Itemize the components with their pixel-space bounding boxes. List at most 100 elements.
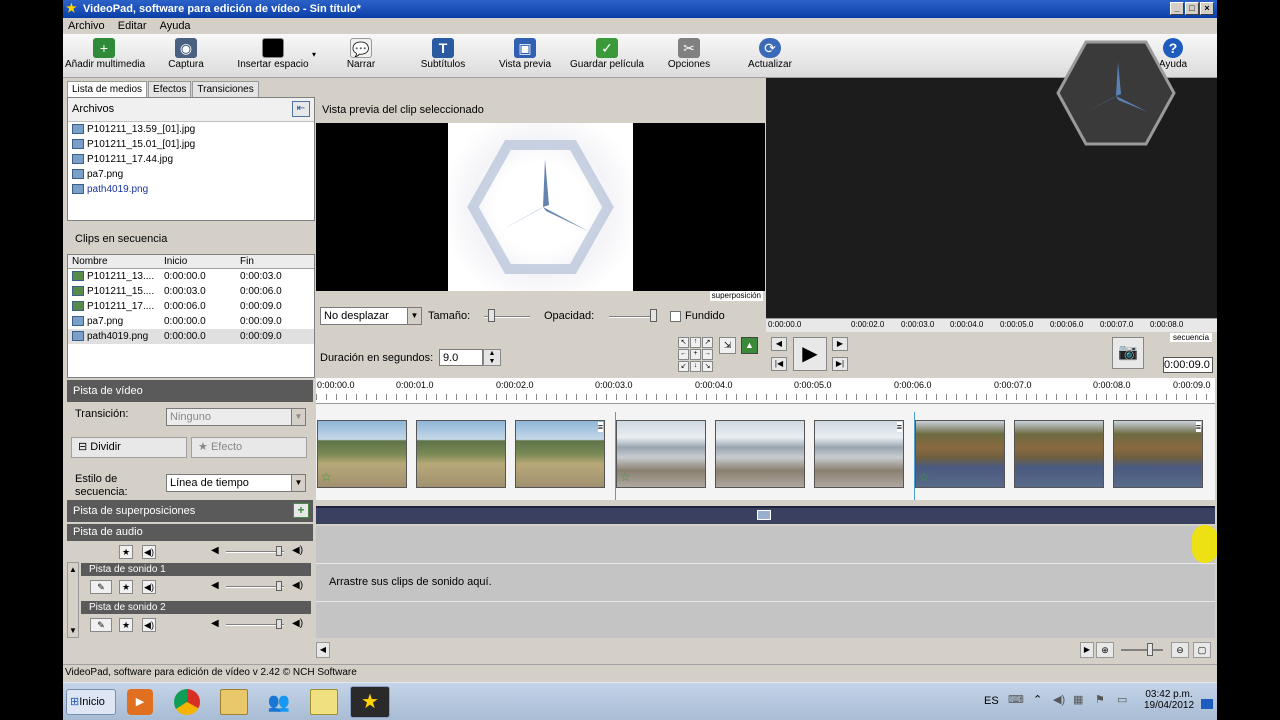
arrow-n-icon[interactable]: ↑	[690, 337, 701, 349]
sound-track-2-area[interactable]	[316, 602, 1215, 638]
scroll-up-icon[interactable]: ▲	[69, 565, 77, 574]
subtitles-button[interactable]: T Subtítulos	[413, 36, 473, 76]
zoom-slider[interactable]	[1121, 649, 1163, 651]
star-icon[interactable]: ★	[119, 580, 133, 594]
narrate-button[interactable]: 💬 Narrar	[333, 36, 389, 76]
next-frame-icon[interactable]: ▶	[832, 337, 848, 351]
list-item[interactable]: path4019.png	[68, 182, 314, 197]
menu-editar[interactable]: Editar	[113, 18, 152, 34]
zoom-slider-thumb[interactable]	[1147, 643, 1153, 656]
video-clip-thumbnail[interactable]	[416, 420, 506, 488]
media-player-icon[interactable]: ▶	[127, 689, 153, 715]
star-icon[interactable]: ☆	[321, 470, 332, 484]
col-inicio[interactable]: Inicio	[164, 255, 187, 269]
language-indicator[interactable]: ES	[984, 695, 999, 707]
arrow-sw-icon[interactable]: ↙	[678, 360, 689, 372]
clip-menu-icon[interactable]: ≡	[597, 422, 603, 432]
add-media-button[interactable]: + Añadir multimedia	[65, 36, 145, 76]
overlay-clip-icon[interactable]	[757, 510, 771, 520]
arrow-e-icon[interactable]: →	[702, 349, 713, 360]
arrow-nw-icon[interactable]: ↖	[678, 337, 689, 349]
sound-track-1-area[interactable]: Arrastre sus clips de sonido aquí.	[316, 564, 1215, 602]
snapshot-camera-icon[interactable]: 📷	[1112, 337, 1144, 369]
volume-slider-thumb[interactable]	[276, 619, 282, 629]
fade-checkbox[interactable]	[670, 311, 681, 322]
list-item[interactable]: P101211_15.01_[01].jpg	[68, 137, 314, 152]
menu-archivo[interactable]: Archivo	[63, 18, 110, 34]
sequence-preview-ruler[interactable]: 0:00:00.0 0:00:02.0 0:00:03.0 0:00:04.0 …	[766, 318, 1217, 332]
chrome-icon[interactable]	[174, 689, 200, 715]
tab-transitions[interactable]: Transiciones	[192, 81, 259, 97]
record-icon[interactable]: ✎	[90, 618, 112, 632]
video-clip-thumbnail[interactable]: ≡	[515, 420, 605, 488]
skip-start-icon[interactable]: |◀	[771, 357, 787, 371]
show-desktop-button[interactable]	[1201, 699, 1213, 709]
preview-button[interactable]: ▣ Vista previa	[493, 36, 557, 76]
clip-menu-icon[interactable]: ≡	[896, 422, 902, 432]
video-clip-thumbnail[interactable]: ≡	[814, 420, 904, 488]
zoom-in-icon[interactable]: ⊕	[1096, 642, 1114, 658]
maximize-button[interactable]: □	[1185, 2, 1199, 15]
audio-scrollbar[interactable]: ▲ ▼	[67, 562, 79, 638]
position-grid[interactable]: ↖ ↑ ↗ ← + → ↙ ↓ ↘	[678, 337, 713, 372]
scroll-down-icon[interactable]: ▼	[69, 626, 77, 635]
people-icon[interactable]: 👥	[266, 689, 292, 715]
prev-frame-icon[interactable]: ◀	[771, 337, 787, 351]
list-item[interactable]: P101211_13.59_[01].jpg	[68, 122, 314, 137]
volume-slider-thumb[interactable]	[276, 581, 282, 591]
arrow-se-icon[interactable]: ↘	[702, 360, 713, 372]
overlay-track-area[interactable]	[316, 506, 1215, 524]
star-icon[interactable]: ☆	[919, 470, 930, 484]
keyboard-icon[interactable]: ⌨	[1008, 693, 1024, 706]
insert-blank-dropdown-icon[interactable]: ▾	[312, 50, 316, 59]
show-hidden-icons[interactable]: ⌃	[1033, 693, 1042, 706]
import-icon[interactable]: ⇤	[292, 101, 310, 117]
tab-effects[interactable]: Efectos	[148, 81, 192, 97]
star-icon[interactable]: ★	[119, 545, 133, 559]
add-overlay-icon[interactable]: +	[293, 503, 309, 518]
explorer-folder-icon[interactable]	[220, 689, 248, 715]
table-row[interactable]: P101211_17.... 0:00:06.0 0:00:09.0	[68, 299, 314, 314]
green-screen-icon[interactable]: ▲	[741, 337, 758, 354]
timeline-scrollbar[interactable]: ◀ ▶ ⊕ ⊖ ▢	[316, 640, 1215, 660]
insert-blank-button[interactable]: Insertar espacio	[229, 36, 317, 76]
video-clip-thumbnail[interactable]: ≡	[1113, 420, 1203, 488]
pan-dropdown[interactable]: No desplazar ▼	[320, 307, 422, 325]
split-button[interactable]: ⊟ Dividir	[71, 437, 187, 458]
menu-ayuda[interactable]: Ayuda	[155, 18, 196, 34]
video-clip-thumbnail[interactable]: ☆	[616, 420, 706, 488]
start-button[interactable]: ⊞Inicio	[66, 689, 116, 715]
video-clip-thumbnail[interactable]	[1014, 420, 1104, 488]
sequence-style-dropdown[interactable]: Línea de tiempo ▼	[166, 474, 306, 492]
col-fin[interactable]: Fin	[240, 255, 254, 269]
volume-tray-icon[interactable]: ◀)	[1053, 693, 1065, 706]
flag-icon[interactable]: ⚑	[1095, 693, 1105, 706]
col-nombre[interactable]: Nombre	[72, 255, 108, 269]
arrow-w-icon[interactable]: ←	[678, 349, 689, 360]
table-row[interactable]: pa7.png 0:00:00.0 0:00:09.0	[68, 314, 314, 329]
duration-input[interactable]: 9.0	[439, 349, 483, 366]
arrow-s-icon[interactable]: ↓	[690, 360, 701, 372]
scroll-right-icon[interactable]: ▶	[1080, 642, 1094, 658]
opacity-slider-thumb[interactable]	[650, 309, 657, 322]
effect-button[interactable]: ★ Efecto	[191, 437, 307, 458]
clip-menu-icon[interactable]: ≡	[1195, 422, 1201, 432]
options-button[interactable]: ✂ Opciones	[661, 36, 717, 76]
audio-track-area[interactable]	[316, 526, 1215, 564]
volume-slider-thumb[interactable]	[276, 546, 282, 556]
size-slider-thumb[interactable]	[488, 309, 495, 322]
duration-spinner[interactable]: ▲ ▼	[483, 349, 501, 366]
skip-end-icon[interactable]: ▶|	[832, 357, 848, 371]
table-row[interactable]: P101211_13.... 0:00:00.0 0:00:03.0	[68, 269, 314, 284]
play-button[interactable]: ▶	[793, 337, 827, 371]
center-icon[interactable]: +	[690, 349, 701, 360]
network-icon[interactable]: ▦	[1073, 693, 1083, 706]
record-icon[interactable]: ✎	[90, 580, 112, 594]
table-row[interactable]: P101211_15.... 0:00:03.0 0:00:06.0	[68, 284, 314, 299]
transition-dropdown[interactable]: Ninguno ▼	[166, 408, 306, 426]
close-button[interactable]: ×	[1200, 2, 1214, 15]
crop-icon[interactable]: ⇲	[719, 337, 736, 354]
zoom-out-icon[interactable]: ⊖	[1171, 642, 1189, 658]
list-item[interactable]: pa7.png	[68, 167, 314, 182]
tab-media-list[interactable]: Lista de medios	[67, 81, 148, 97]
